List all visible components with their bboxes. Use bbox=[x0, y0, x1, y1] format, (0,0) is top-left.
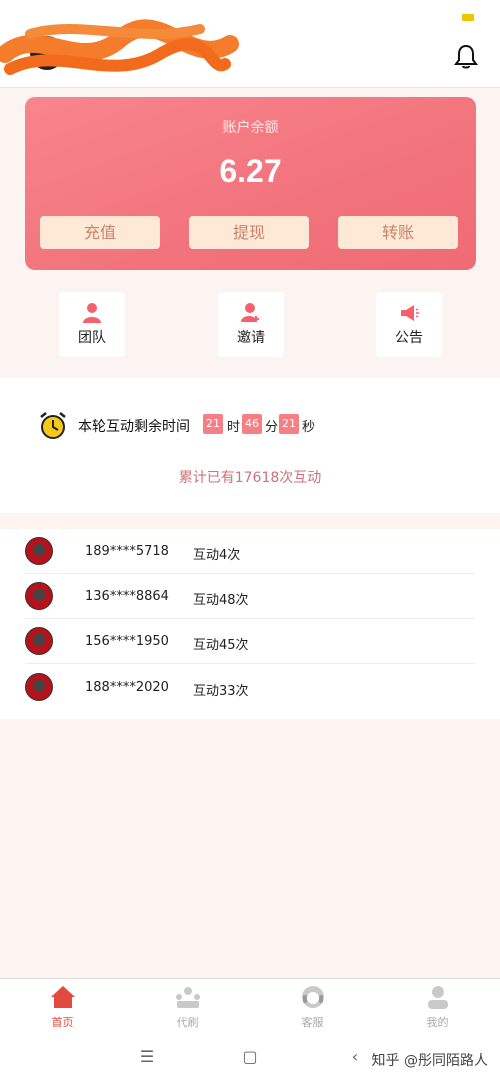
tab-task-label: 代刷 bbox=[176, 1016, 199, 1029]
record-count: 互动33次 bbox=[193, 684, 249, 699]
total-interactions: 累计已有17618次互动 bbox=[178, 470, 322, 486]
alarm-clock-icon bbox=[40, 412, 66, 439]
tab-mine-label: 我的 bbox=[426, 1016, 449, 1029]
back-icon[interactable]: ‹ bbox=[345, 1047, 365, 1067]
avatar bbox=[25, 673, 53, 701]
list-item: 156****1950 互动45次 bbox=[0, 619, 500, 664]
tab-home[interactable]: 首页 bbox=[0, 979, 125, 1034]
transfer-button[interactable]: 转账 bbox=[338, 216, 458, 249]
record-phone: 189****5718 bbox=[85, 544, 169, 559]
home-icon bbox=[51, 986, 75, 1008]
watermark: 知乎 @彤同陌路人 bbox=[371, 1053, 488, 1069]
divider bbox=[25, 663, 475, 664]
team-icon bbox=[83, 303, 101, 323]
menu-icon[interactable]: ☰ bbox=[137, 1047, 157, 1067]
timer-seconds-unit: 秒 bbox=[302, 420, 316, 435]
user-icon bbox=[428, 986, 448, 1009]
avatar bbox=[25, 582, 53, 610]
balance-card: 账户余额 6.27 充值 提现 转账 bbox=[25, 97, 476, 270]
record-count: 互动48次 bbox=[193, 593, 249, 608]
invite-label: 邀请 bbox=[237, 330, 265, 346]
list-item: 189****5718 互动4次 bbox=[0, 529, 500, 574]
tab-task[interactable]: 代刷 bbox=[125, 979, 250, 1034]
team-button[interactable]: 团队 bbox=[59, 292, 125, 357]
team-label: 团队 bbox=[78, 330, 106, 346]
timer-minutes: 46 bbox=[242, 414, 262, 434]
timer-hours: 21 bbox=[203, 414, 223, 434]
system-nav-bar: ☰ ▢ ‹ 知乎 @彤同陌路人 bbox=[0, 1033, 500, 1083]
balance-label: 账户余额 bbox=[222, 120, 279, 136]
timer-hours-unit: 时 bbox=[227, 420, 241, 435]
recharge-button[interactable]: 充值 bbox=[40, 216, 160, 249]
avatar bbox=[25, 537, 53, 565]
notice-button[interactable]: 公告 bbox=[376, 292, 442, 357]
tab-mine[interactable]: 我的 bbox=[375, 979, 500, 1034]
record-phone: 156****1950 bbox=[85, 634, 169, 649]
avatar bbox=[25, 627, 53, 655]
records-list: 189****5718 互动4次 136****8864 互动48次 156**… bbox=[0, 529, 500, 719]
record-phone: 188****2020 bbox=[85, 680, 169, 695]
timer-section: 本轮互动剩余时间 21 时 46 分 21 秒 累计已有17618次互动 bbox=[0, 378, 500, 513]
headset-icon bbox=[302, 986, 324, 1008]
balance-value: 6.27 bbox=[219, 153, 282, 189]
battery-icon bbox=[462, 14, 474, 21]
record-count: 互动4次 bbox=[193, 548, 241, 563]
list-item: 136****8864 互动48次 bbox=[0, 574, 500, 619]
list-item: 188****2020 互动33次 bbox=[0, 665, 500, 710]
timer-minutes-unit: 分 bbox=[265, 420, 279, 435]
notice-label: 公告 bbox=[395, 330, 423, 346]
home-square-icon[interactable]: ▢ bbox=[240, 1047, 260, 1067]
tab-service-label: 客服 bbox=[301, 1016, 324, 1029]
record-count: 互动45次 bbox=[193, 638, 249, 653]
megaphone-icon bbox=[401, 305, 419, 321]
record-phone: 136****8864 bbox=[85, 589, 169, 604]
timer-label: 本轮互动剩余时间 bbox=[78, 419, 190, 435]
task-icon bbox=[176, 987, 200, 1008]
timer-seconds: 21 bbox=[279, 414, 299, 434]
invite-icon bbox=[241, 303, 259, 322]
bottom-tab-bar: 首页 代刷 客服 我的 bbox=[0, 978, 500, 1033]
top-header bbox=[0, 19, 500, 88]
withdraw-button[interactable]: 提现 bbox=[189, 216, 309, 249]
tab-service[interactable]: 客服 bbox=[250, 979, 375, 1034]
invite-button[interactable]: 邀请 bbox=[218, 292, 284, 357]
redaction-scribble bbox=[0, 19, 239, 75]
bell-icon[interactable] bbox=[454, 44, 478, 70]
tab-home-label: 首页 bbox=[51, 1016, 74, 1029]
